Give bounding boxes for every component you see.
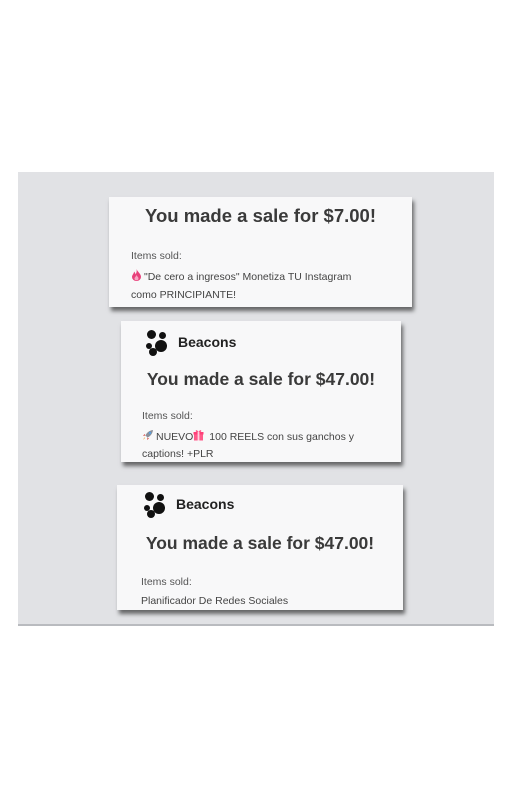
item-line: captions! +PLR	[142, 448, 214, 460]
fire-icon	[131, 269, 142, 284]
item-line: como PRINCIPIANTE!	[131, 289, 237, 301]
sale-headline: You made a sale for $7.00!	[144, 205, 376, 226]
items-sold-label: Items sold:	[141, 576, 192, 588]
beacons-brand: Beacons	[145, 329, 237, 356]
rocket-icon	[142, 429, 154, 444]
gift-icon	[193, 429, 204, 444]
sale-notification-card: Beacons You made a sale for $47.00! Item…	[121, 321, 401, 462]
items-sold-label: Items sold:	[142, 410, 193, 422]
brand-name: Beacons	[178, 334, 237, 350]
sale-notification-card: You made a sale for $7.00! Items sold: "…	[109, 197, 412, 307]
items-sold-label: Items sold:	[131, 250, 182, 262]
sale-notification-card: Beacons You made a sale for $47.00! Item…	[117, 485, 403, 610]
item-line: NUEVO 100 REELS con sus ganchos y	[142, 429, 354, 444]
item-line: Planificador De Redes Sociales	[141, 595, 289, 607]
beacons-logo-icon	[143, 491, 169, 518]
item-text: "De cero a ingresos" Monetiza TU Instagr…	[144, 271, 352, 283]
item-text: NUEVO	[156, 431, 194, 443]
sale-headline: You made a sale for $47.00!	[145, 533, 375, 553]
sale-headline: You made a sale for $47.00!	[146, 369, 376, 389]
brand-name: Beacons	[176, 496, 235, 512]
beacons-brand: Beacons	[143, 491, 235, 518]
beacons-logo-icon	[145, 329, 171, 356]
item-text: 100 REELS con sus ganchos y	[206, 431, 355, 443]
item-line: "De cero a ingresos" Monetiza TU Instagr…	[131, 269, 351, 284]
